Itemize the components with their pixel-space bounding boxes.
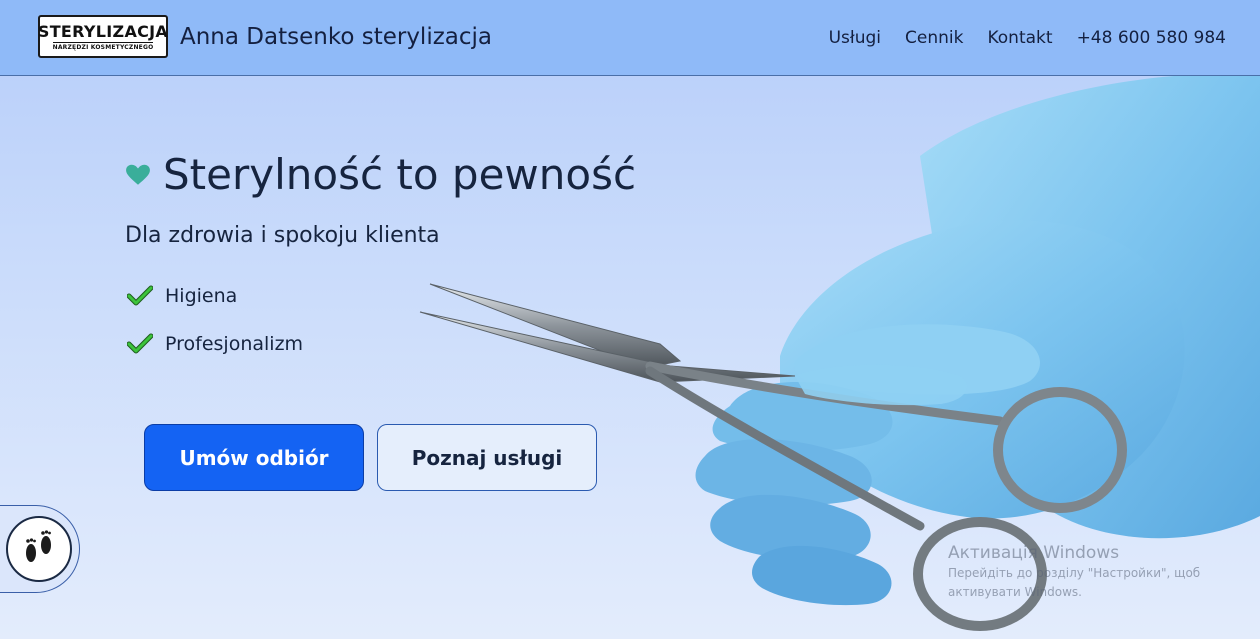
heart-icon — [126, 164, 150, 185]
feature-label: Higiena — [165, 285, 238, 307]
nav-link-kontakt[interactable]: Kontakt — [987, 28, 1052, 48]
explore-services-button[interactable]: Poznaj usługi — [377, 424, 597, 491]
check-icon — [127, 333, 153, 354]
watermark-line: активувати Windows. — [948, 585, 1082, 599]
check-icon — [127, 285, 153, 306]
nav-link-uslugi[interactable]: Usługi — [829, 28, 881, 48]
hero-title: Sterylność to pewność — [163, 150, 637, 199]
site-title[interactable]: Anna Datsenko sterylizacja — [180, 24, 492, 50]
watermark-line: Перейдіть до розділу "Настройки", щоб — [948, 566, 1201, 580]
logo[interactable]: STERYLIZACJA NARZĘDZI KOSMETYCZNEGO — [38, 15, 168, 58]
hero-subtitle: Dla zdrowia i spokoju klienta — [125, 223, 440, 248]
hero-heading: Sterylność to pewność — [125, 150, 636, 199]
nav-link-cennik[interactable]: Cennik — [905, 28, 963, 48]
feature-item-higiena: Higiena — [127, 285, 237, 307]
site-header: STERYLIZACJA NARZĘDZI KOSMETYCZNEGO Anna… — [0, 0, 1260, 76]
book-pickup-button[interactable]: Umów odbiór — [144, 424, 364, 491]
feature-item-profesjonalizm: Profesjonalizm — [127, 333, 303, 355]
watermark-title: Активація Windows — [948, 543, 1120, 563]
footprints-widget-button[interactable] — [0, 505, 80, 593]
windows-activation-watermark: Активація Windows Перейдіть до розділу "… — [948, 542, 1200, 602]
logo-main-text: STERYLIZACJA — [37, 21, 169, 41]
feature-label: Profesjonalizm — [165, 333, 304, 355]
main-nav: Usługi Cennik Kontakt +48 600 580 984 — [829, 28, 1226, 48]
footprints-icon — [6, 516, 72, 582]
logo-sub-text: NARZĘDZI KOSMETYCZNEGO — [52, 41, 154, 51]
nav-link-phone[interactable]: +48 600 580 984 — [1077, 28, 1226, 48]
